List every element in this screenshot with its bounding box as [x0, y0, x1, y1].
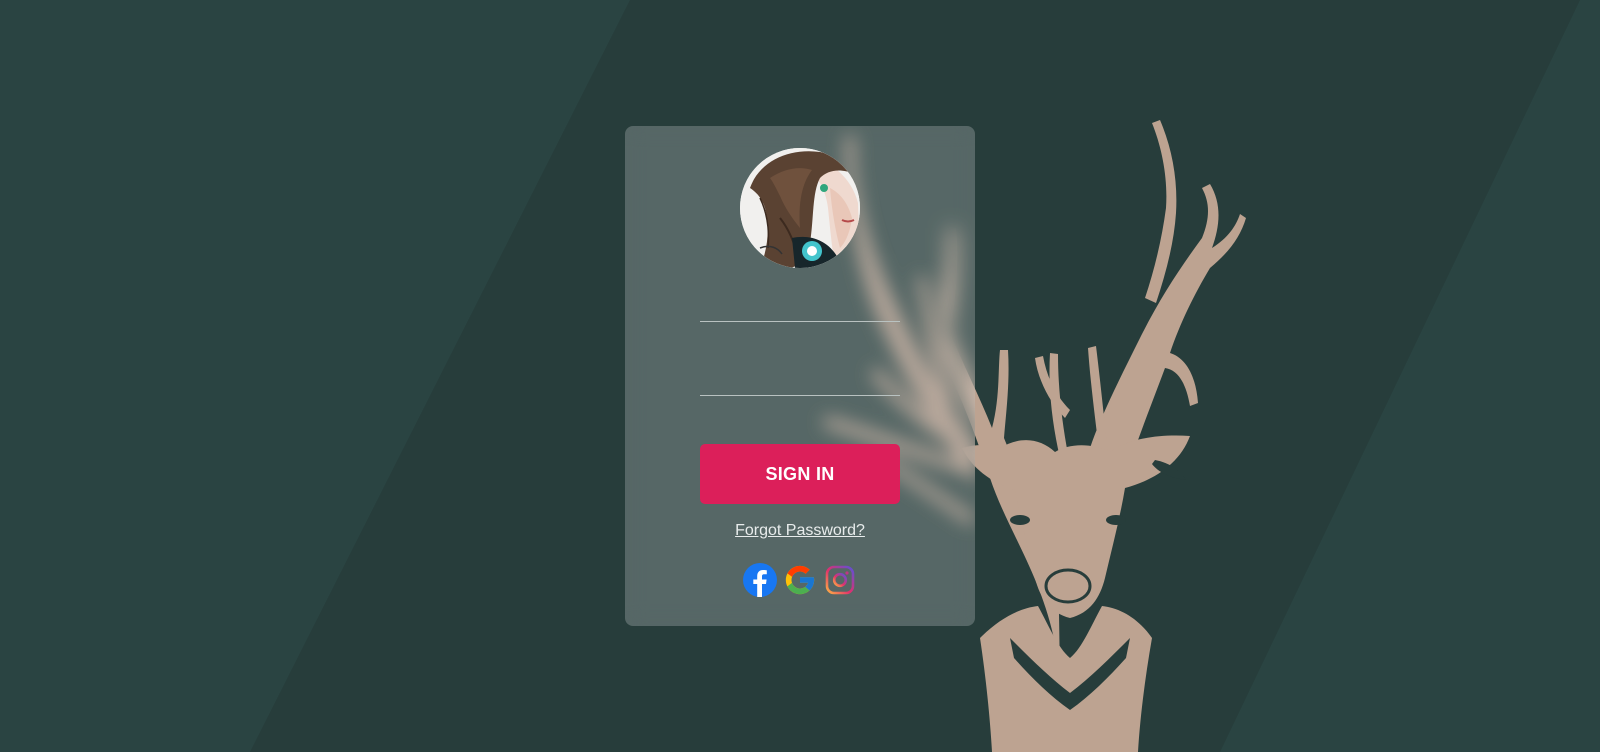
deer-illustration — [940, 120, 1246, 752]
sign-in-button[interactable]: SIGN IN — [700, 444, 900, 504]
avatar — [740, 148, 860, 268]
instagram-icon — [825, 565, 855, 595]
facebook-login-button[interactable] — [743, 563, 777, 597]
login-page: SIGN IN Forgot Password? — [0, 0, 1600, 752]
google-icon — [785, 565, 815, 595]
forgot-password-link[interactable]: Forgot Password? — [625, 522, 975, 540]
avatar-portrait — [740, 148, 860, 268]
facebook-icon — [743, 563, 777, 597]
instagram-login-button[interactable] — [823, 563, 857, 597]
google-login-button[interactable] — [783, 563, 817, 597]
social-login-buttons — [743, 562, 863, 598]
username-input[interactable] — [700, 288, 900, 322]
password-input[interactable] — [700, 362, 900, 396]
login-card: SIGN IN Forgot Password? — [625, 126, 975, 626]
